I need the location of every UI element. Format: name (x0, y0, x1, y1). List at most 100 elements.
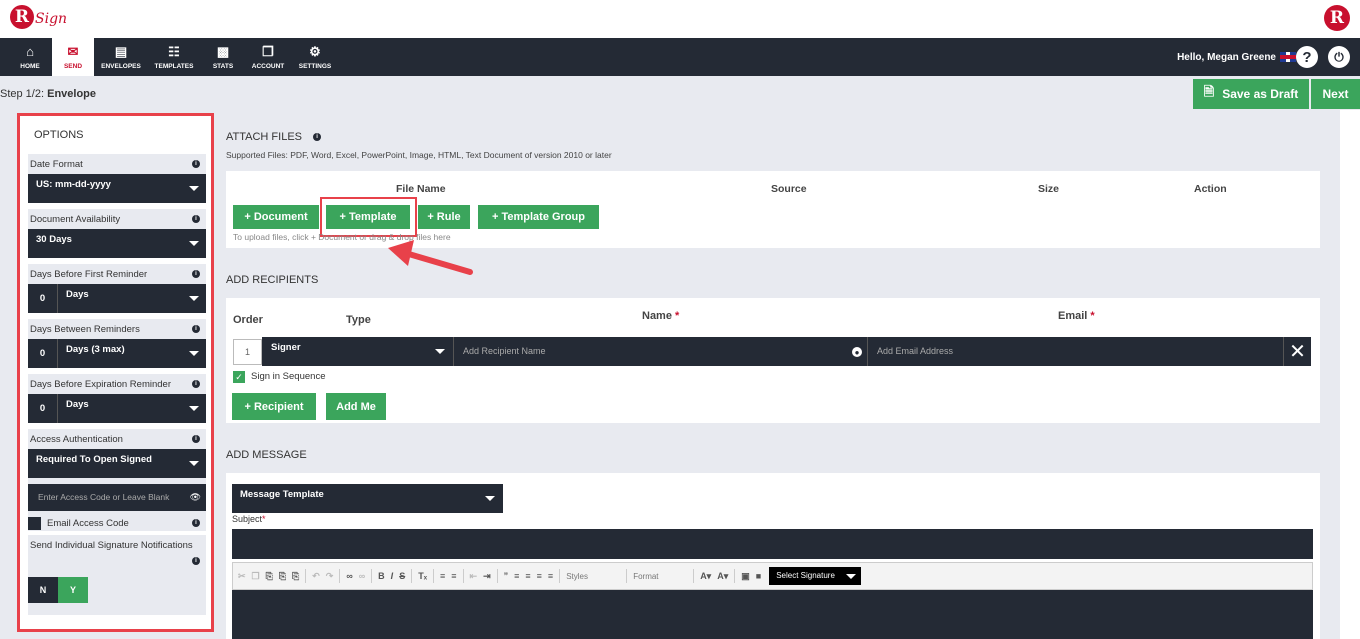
add-me-button[interactable]: Add Me (326, 393, 386, 420)
redo-icon[interactable]: ↷ (326, 571, 334, 582)
nav-envelopes[interactable]: ▤ ENVELOPES (98, 38, 144, 76)
help-icon[interactable]: ? (1296, 46, 1318, 68)
add-rule-button[interactable]: + Rule (418, 205, 470, 229)
chevron-down-icon (189, 241, 199, 246)
info-icon[interactable]: i (192, 519, 200, 527)
indent-icon[interactable]: ⇥ (483, 571, 491, 582)
access-auth-select[interactable]: Required To Open Signed (28, 449, 206, 478)
email-access-code-row: Email Access Code i (28, 515, 206, 531)
step-prefix: Step 1/2: (0, 88, 45, 100)
paste-icon[interactable]: ⎘ (266, 571, 273, 582)
format-select[interactable]: Format (633, 572, 683, 581)
email-access-code-checkbox[interactable] (28, 516, 41, 530)
info-icon[interactable]: i (313, 133, 322, 142)
text-color-icon[interactable]: A▾ (700, 571, 711, 582)
paste-text-icon[interactable]: ⎘ (279, 571, 286, 582)
between-reminders-number[interactable]: 0 (28, 339, 58, 368)
rsign-logo[interactable]: R Sign (10, 5, 67, 29)
align-left-icon[interactable]: ≡ (514, 571, 519, 581)
info-icon[interactable]: i (192, 325, 200, 333)
italic-icon[interactable]: I (391, 571, 394, 581)
toolbar-divider (496, 569, 498, 583)
strikethrough-icon[interactable]: S (399, 571, 405, 581)
expiration-reminder-number[interactable]: 0 (28, 394, 58, 423)
nav-stats[interactable]: ▩ STATS (206, 38, 240, 76)
toolbar-divider (734, 569, 736, 583)
info-icon[interactable]: i (192, 380, 200, 388)
recipient-type-select[interactable]: Signer (262, 337, 453, 366)
date-format-select[interactable]: US: mm-dd-yyyy (28, 174, 206, 203)
eye-icon[interactable]: 👁 (190, 484, 201, 511)
first-reminder-label: Days Before First Reminder (30, 269, 148, 280)
message-editor-body[interactable] (232, 590, 1313, 639)
info-icon[interactable]: i (192, 435, 200, 443)
expiration-reminder-label-row: Days Before Expiration Reminder i (28, 378, 206, 394)
nav-settings[interactable]: ⚙ SETTINGS (295, 38, 335, 76)
nav-templates[interactable]: ☷ TEMPLATES (151, 38, 197, 76)
toolbar-divider (339, 569, 341, 583)
first-reminder-unit[interactable]: Days (58, 284, 206, 313)
expiration-reminder-control: 0 Days (28, 394, 206, 423)
subject-label: Subject* (232, 514, 266, 524)
between-reminders-unit[interactable]: Days (3 max) (58, 339, 206, 368)
recipient-email-input[interactable]: Add Email Address (867, 337, 1283, 366)
cut-icon[interactable]: ✂ (238, 571, 246, 582)
numbered-list-icon[interactable]: ≡ (440, 571, 445, 581)
info-icon[interactable]: i (192, 557, 200, 565)
info-icon[interactable]: i (192, 215, 200, 223)
image-icon[interactable]: ▣ (741, 571, 750, 582)
bulleted-list-icon[interactable]: ≡ (451, 571, 456, 581)
recipient-order-input[interactable]: 1 (233, 339, 262, 365)
access-code-input[interactable]: Enter Access Code or Leave Blank 👁 (28, 484, 206, 511)
notifications-info-row: i (28, 555, 206, 567)
recipient-name-input[interactable]: Add Recipient Name (453, 337, 867, 366)
add-template-group-button[interactable]: + Template Group (478, 205, 599, 229)
info-icon[interactable]: i (192, 270, 200, 278)
toggle-yes[interactable]: Y (58, 577, 88, 603)
expiration-reminder-unit[interactable]: Days (58, 394, 206, 423)
logo-r-badge: R (10, 5, 34, 29)
expiration-reminder-label: Days Before Expiration Reminder (30, 379, 171, 390)
blockquote-icon[interactable]: ” (504, 571, 509, 581)
attach-files-title-text: ATTACH FILES (226, 131, 302, 143)
copy-icon[interactable]: ❐ (252, 571, 260, 582)
remove-recipient-close-icon[interactable]: ✕ (1283, 337, 1311, 366)
unlink-icon[interactable]: ∞ (359, 571, 365, 581)
access-code-placeholder: Enter Access Code or Leave Blank (38, 492, 170, 502)
sign-in-sequence-checkbox[interactable]: ✓ (233, 371, 245, 383)
between-reminders-label: Days Between Reminders (30, 324, 140, 335)
align-center-icon[interactable]: ≡ (525, 571, 530, 581)
info-icon[interactable]: i (192, 160, 200, 168)
link-icon[interactable]: ∞ (346, 571, 352, 581)
user-area: Hello, Megan Greene ? ⏻ (1177, 38, 1350, 76)
paste-word-icon[interactable]: ⎘ (292, 571, 299, 582)
remove-format-icon[interactable]: Tₓ (418, 571, 427, 581)
outdent-icon[interactable]: ⇤ (470, 571, 478, 582)
styles-select[interactable]: Styles (566, 572, 616, 581)
uk-flag-icon[interactable] (1280, 52, 1296, 62)
power-icon[interactable]: ⏻ (1328, 46, 1350, 68)
user-icon[interactable]: ● (852, 347, 862, 357)
message-template-select[interactable]: Message Template (232, 484, 503, 513)
account-icon: ❐ (262, 43, 274, 59)
nav-account[interactable]: ❐ ACCOUNT (246, 38, 290, 76)
supported-files-text: Supported Files: PDF, Word, Excel, Power… (226, 150, 612, 160)
nav-send[interactable]: ✉ SEND (52, 38, 94, 76)
first-reminder-number[interactable]: 0 (28, 284, 58, 313)
undo-icon[interactable]: ↶ (312, 571, 320, 582)
subject-input[interactable] (232, 529, 1313, 559)
next-button[interactable]: Next (1311, 79, 1360, 109)
background-color-icon[interactable]: A▾ (717, 571, 728, 582)
add-recipient-button[interactable]: + Recipient (232, 393, 316, 420)
required-star: * (1090, 310, 1095, 322)
bold-icon[interactable]: B (378, 571, 385, 581)
select-signature-dropdown[interactable]: Select Signature (769, 567, 862, 585)
doc-availability-select[interactable]: 30 Days (28, 229, 206, 258)
save-as-draft-button[interactable]: 🗎 Save as Draft (1193, 79, 1309, 109)
add-document-button[interactable]: + Document (233, 205, 319, 229)
nav-home[interactable]: ⌂ HOME (12, 38, 48, 76)
stamp-icon[interactable]: ■ (756, 571, 761, 581)
justify-icon[interactable]: ≡ (548, 571, 553, 581)
toggle-no[interactable]: N (28, 577, 58, 603)
align-right-icon[interactable]: ≡ (537, 571, 542, 581)
